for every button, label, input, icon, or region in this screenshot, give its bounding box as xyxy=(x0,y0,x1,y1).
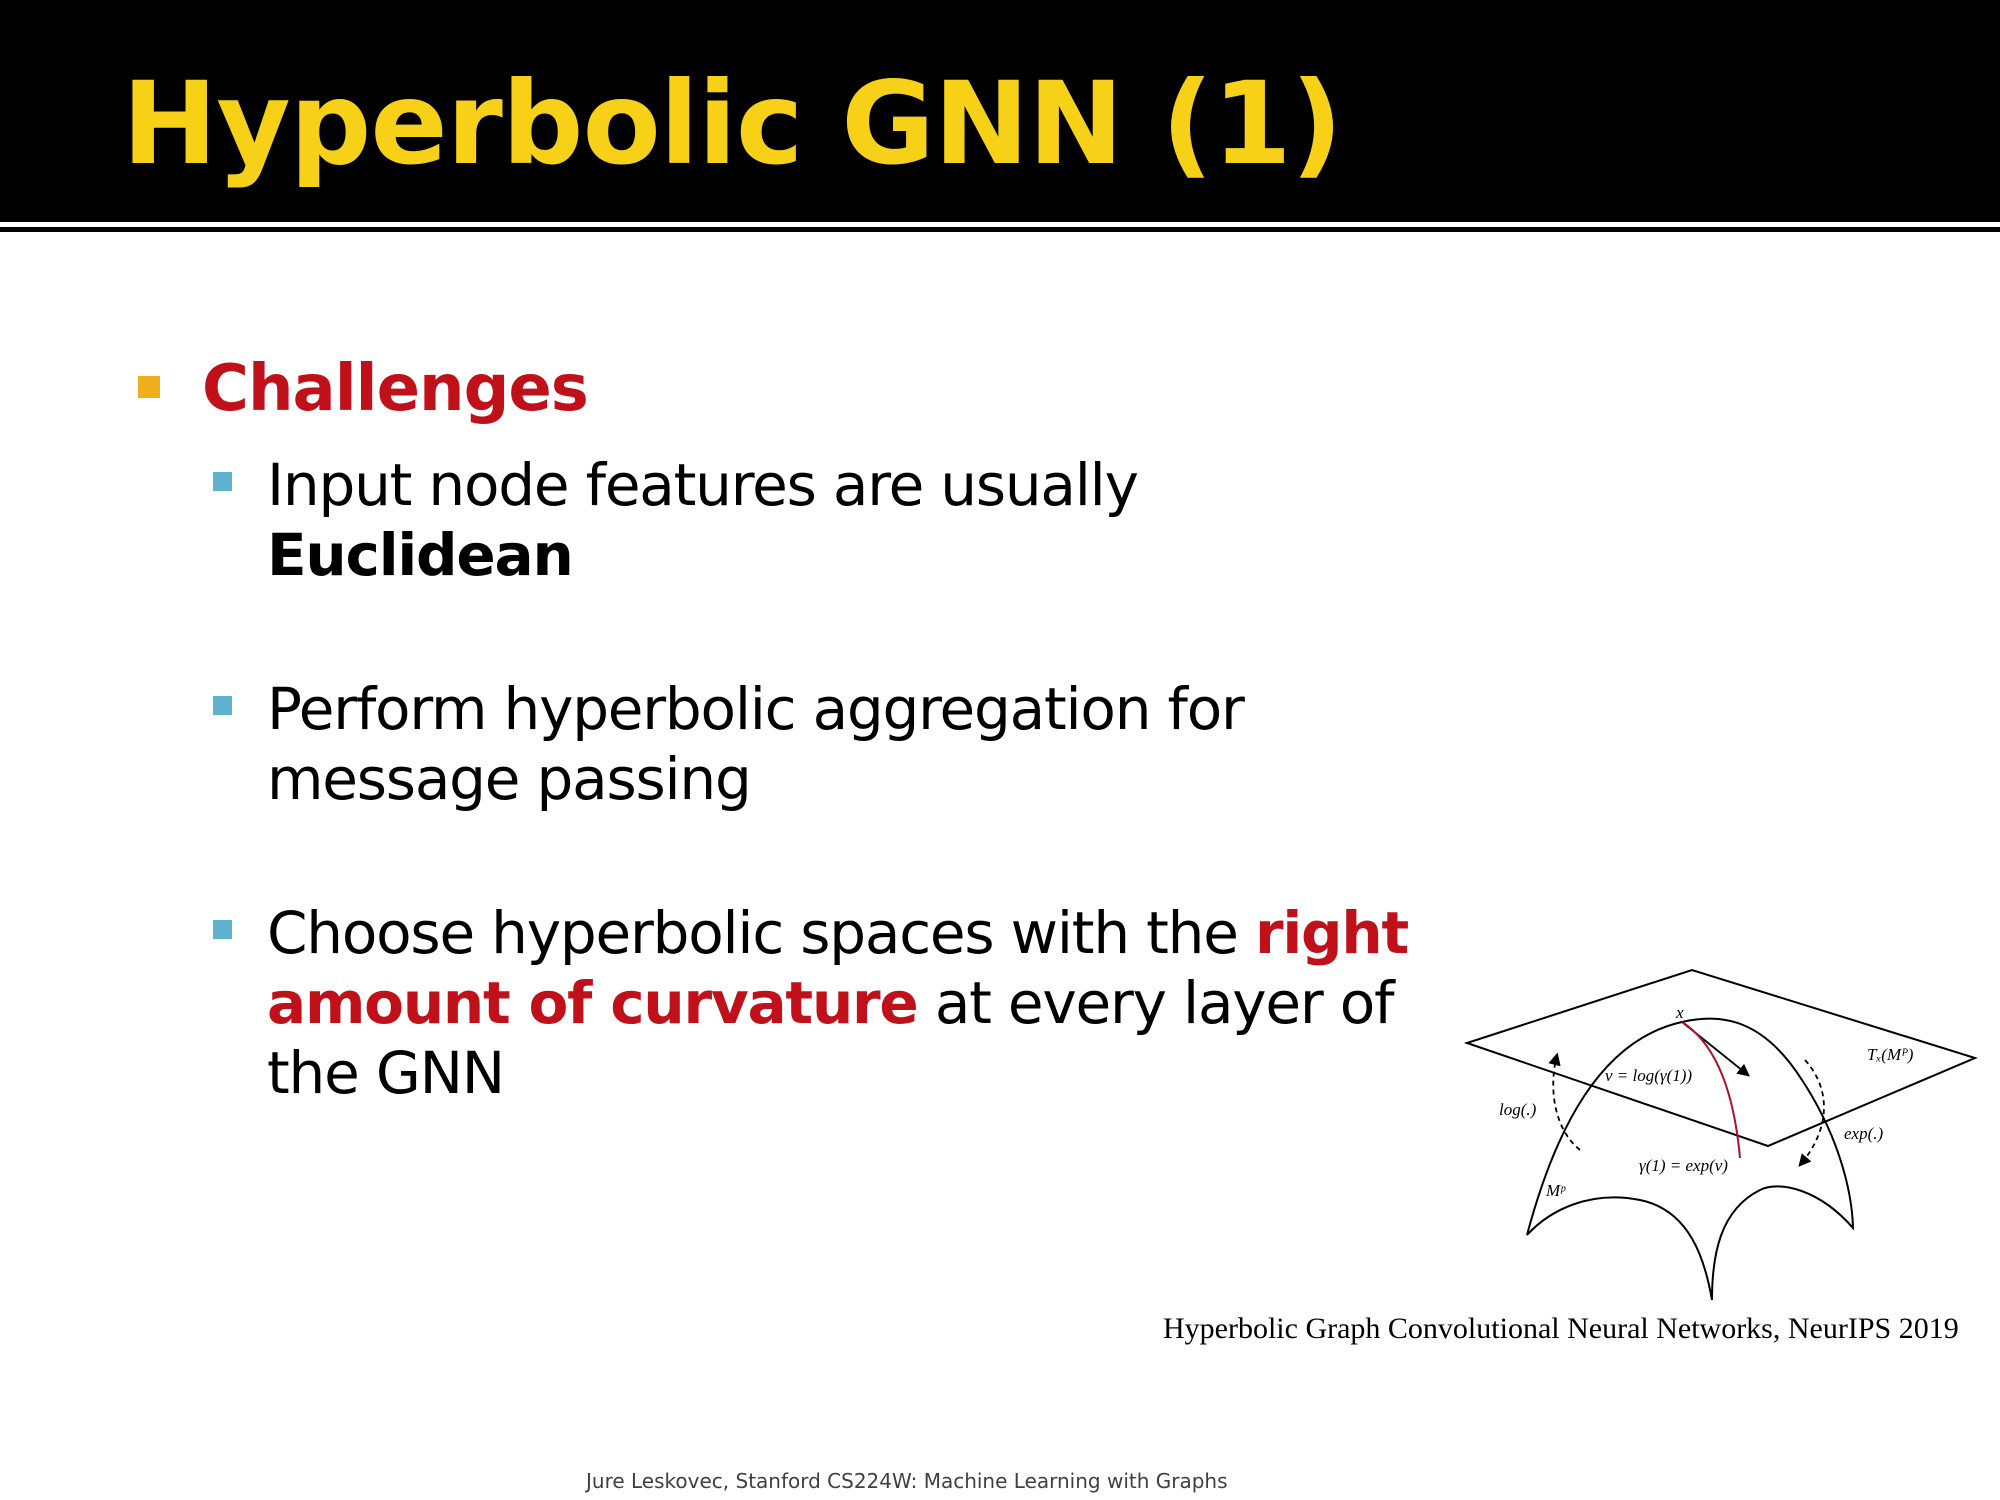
figure-caption: Hyperbolic Graph Convolutional Neural Ne… xyxy=(1163,1312,1959,1345)
main-bullet-challenges: Challenges xyxy=(138,352,589,426)
square-bullet-icon xyxy=(138,376,160,398)
slide-title: Hyperbolic GNN (1) xyxy=(122,57,1343,190)
bullet-line: the GNN xyxy=(267,1039,505,1107)
bullet-line: amount of curvature at every layer of xyxy=(267,968,1408,1038)
title-divider xyxy=(0,227,2000,232)
manifold-label: Mᵖ xyxy=(1545,1181,1566,1200)
square-bullet-icon xyxy=(213,696,232,715)
sub-bullet-curvature: Choose hyperbolic spaces with the right … xyxy=(213,898,1409,1108)
title-bar: Hyperbolic GNN (1) xyxy=(0,0,2000,222)
bullet-text: Perform hyperbolic aggregation for messa… xyxy=(267,674,1245,814)
bullet-emphasis: Euclidean xyxy=(267,521,574,589)
bullet-emphasis: right xyxy=(1254,899,1409,967)
bullet-line: Choose hyperbolic spaces with the right xyxy=(267,898,1409,968)
bullet-line: Input node features are usually xyxy=(267,451,1139,519)
bullet-line: message passing xyxy=(267,745,752,813)
bullet-plain-text: Choose hyperbolic spaces with the xyxy=(267,899,1255,967)
log-map-arrow xyxy=(1548,1052,1581,1151)
section-heading: Challenges xyxy=(202,352,589,426)
sub-bullet-aggregation: Perform hyperbolic aggregation for messa… xyxy=(213,674,1245,814)
bullet-emphasis: amount of curvature xyxy=(267,969,919,1037)
bullet-text: Input node features are usually Euclidea… xyxy=(267,450,1139,590)
bullet-text: Choose hyperbolic spaces with the right … xyxy=(267,898,1409,1108)
bullet-plain-text: at every layer of xyxy=(917,969,1395,1037)
tangent-space-label: Tₓ(Mᴾ) xyxy=(1867,1045,1914,1064)
geodesic-curve xyxy=(1681,1021,1741,1159)
point-x-label: x xyxy=(1675,1003,1684,1022)
exp-map-label: exp(.) xyxy=(1844,1124,1884,1143)
square-bullet-icon xyxy=(213,472,232,491)
bullet-line: Perform hyperbolic aggregation for xyxy=(267,675,1245,743)
slide-footer: Jure Leskovec, Stanford CS224W: Machine … xyxy=(586,1469,1228,1493)
log-map-label: log(.) xyxy=(1499,1100,1537,1119)
square-bullet-icon xyxy=(213,920,232,939)
gamma-label: γ(1) = exp(v) xyxy=(1639,1156,1728,1175)
vector-v-label: v = log(γ(1)) xyxy=(1605,1066,1692,1085)
sub-bullet-euclidean: Input node features are usually Euclidea… xyxy=(213,450,1139,590)
hyperbolic-manifold-diagram: x Tₓ(Mᴾ) v = log(γ(1)) log(.) exp(.) γ(1… xyxy=(1463,968,1978,1301)
